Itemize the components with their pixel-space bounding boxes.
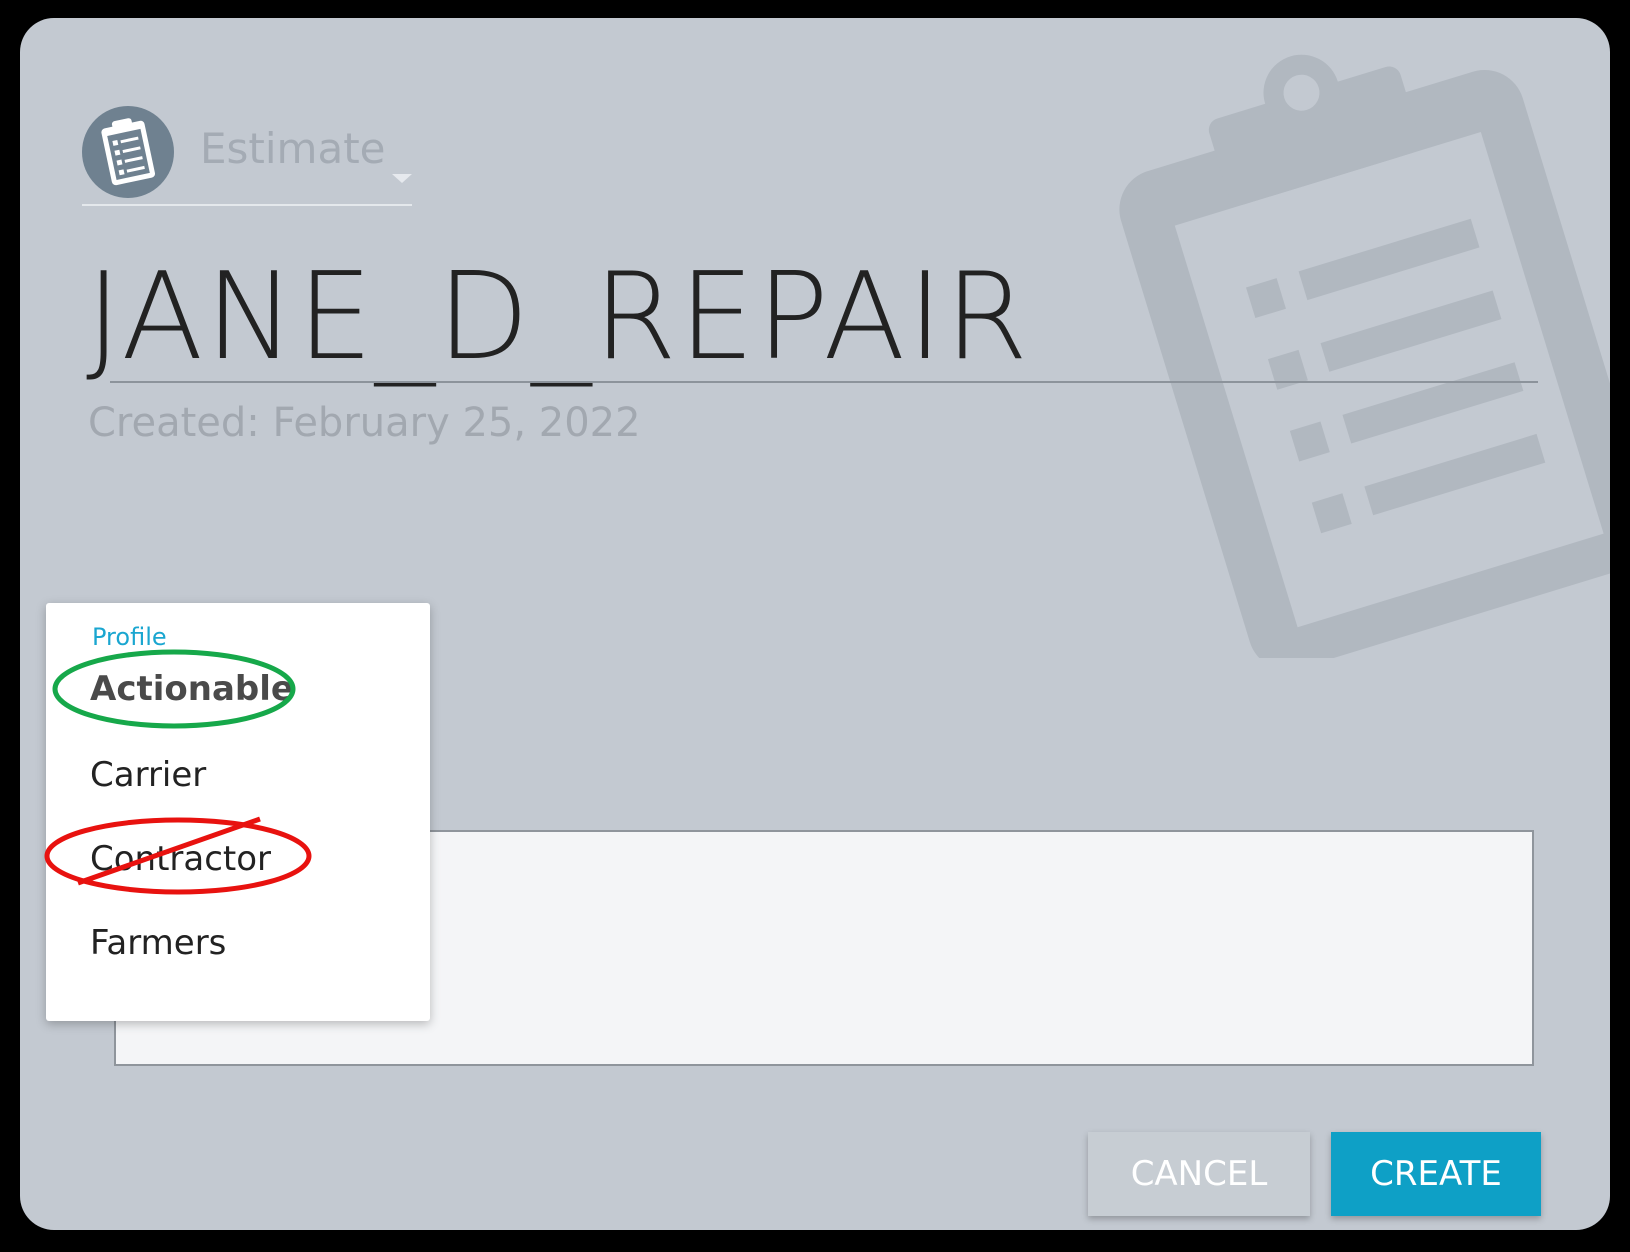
profile-option-contractor[interactable]: Contractor xyxy=(90,839,271,879)
name-field-underline xyxy=(110,381,1538,383)
profile-option-carrier[interactable]: Carrier xyxy=(90,755,206,795)
profile-option-farmers[interactable]: Farmers xyxy=(90,923,226,963)
profile-option-actionable[interactable]: Actionable xyxy=(90,669,294,709)
created-date: Created: February 25, 2022 xyxy=(88,400,641,446)
profile-label: Profile xyxy=(92,623,167,651)
profile-dropdown-menu: Profile Actionable Carrier Contractor Fa… xyxy=(44,603,430,1021)
cancel-button[interactable]: CANCEL xyxy=(1088,1132,1310,1216)
estimate-type-label: Estimate xyxy=(200,124,386,173)
caret-down-icon[interactable] xyxy=(392,174,412,183)
create-estimate-dialog: Estimate JANE_D_REPAIR Created: February… xyxy=(20,18,1610,1230)
estimate-name-field[interactable]: JANE_D_REPAIR xyxy=(86,258,1030,378)
clipboard-icon xyxy=(82,106,174,198)
create-button[interactable]: CREATE xyxy=(1331,1132,1541,1216)
estimate-type-select[interactable]: Estimate xyxy=(82,86,412,206)
background-clipboard-icon xyxy=(1119,54,1610,658)
